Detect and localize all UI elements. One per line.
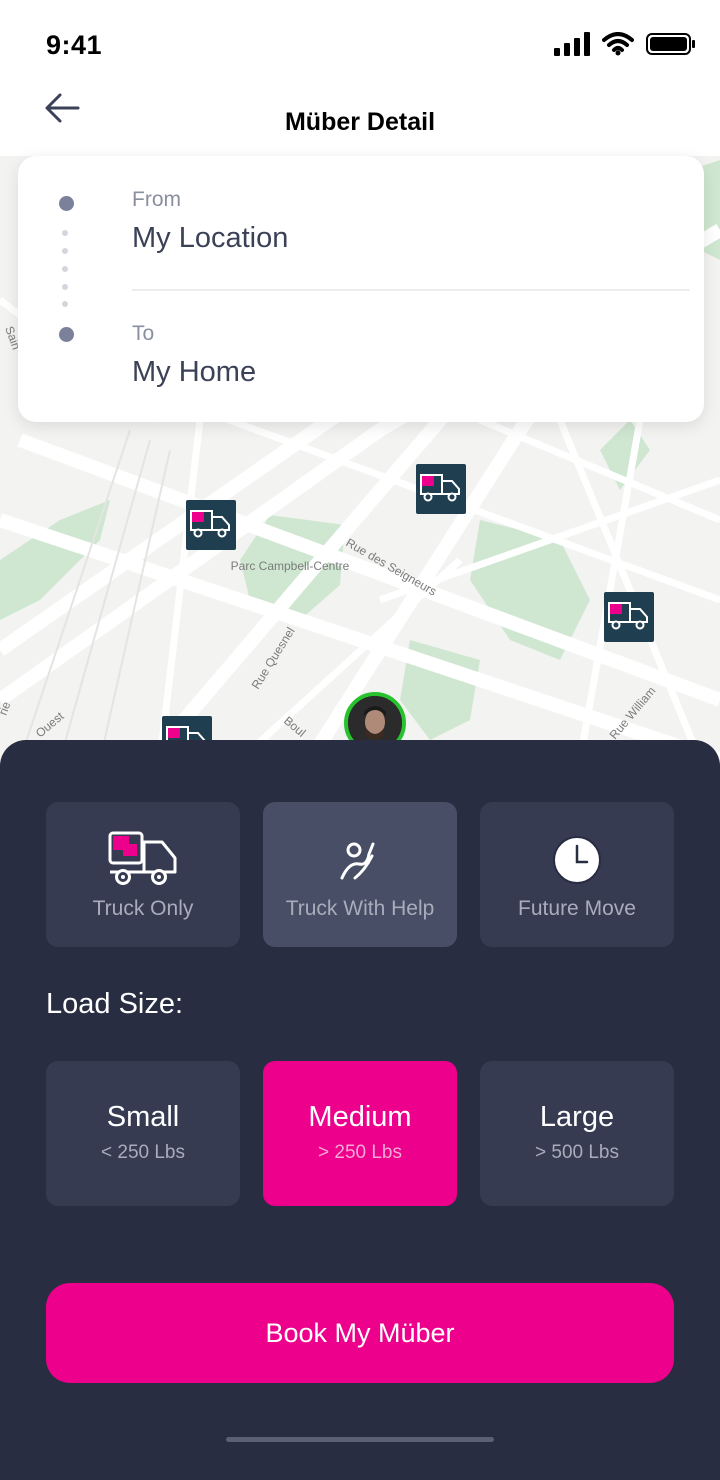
- status-bar: 9:41: [0, 0, 720, 80]
- page-title: Müber Detail: [284, 108, 436, 136]
- to-field[interactable]: My Home: [132, 356, 256, 389]
- truck-marker[interactable]: [186, 500, 236, 550]
- route-card: From My Location To My Home: [18, 156, 704, 422]
- signal-icon: [554, 32, 590, 56]
- bottom-sheet: Truck Only Truck With Help Future Move L…: [0, 740, 720, 1480]
- origin-dot: [59, 196, 74, 211]
- route-dot: [62, 301, 68, 307]
- size-large-button[interactable]: Large > 500 Lbs: [480, 1061, 674, 1206]
- clock-icon: [553, 836, 601, 884]
- status-icons: [554, 30, 696, 58]
- option-label: Truck With Help: [285, 897, 435, 920]
- truck-icon: [190, 510, 230, 538]
- book-button[interactable]: Book My Müber: [46, 1283, 674, 1383]
- route-dot: [62, 284, 68, 290]
- truck-icon: [108, 831, 177, 885]
- option-label: Future Move: [518, 897, 636, 920]
- option-future-move[interactable]: Future Move: [480, 802, 674, 947]
- size-weight: < 250 Lbs: [101, 1142, 185, 1163]
- truck-icon: [420, 474, 460, 502]
- battery-icon: [646, 33, 695, 55]
- size-name: Small: [106, 1101, 180, 1133]
- option-truck-only[interactable]: Truck Only: [46, 802, 240, 947]
- helper-icon: [340, 842, 375, 880]
- option-label: Truck Only: [92, 897, 194, 920]
- from-field[interactable]: My Location: [132, 222, 288, 255]
- truck-icon: [608, 602, 648, 630]
- header: Müber Detail: [0, 80, 720, 156]
- route-divider: [132, 289, 690, 291]
- status-time: 9:41: [46, 30, 103, 60]
- truck-marker[interactable]: [604, 592, 654, 642]
- route-dot: [62, 266, 68, 272]
- size-medium-button[interactable]: Medium > 250 Lbs: [263, 1061, 457, 1206]
- size-small-button[interactable]: Small < 250 Lbs: [46, 1061, 240, 1206]
- size-weight: > 500 Lbs: [535, 1142, 619, 1163]
- size-name: Large: [539, 1101, 615, 1133]
- home-indicator: [226, 1437, 494, 1442]
- route-dot: [62, 230, 68, 236]
- park-label: Parc Campbell-Centre: [231, 559, 350, 573]
- size-name: Medium: [308, 1101, 412, 1133]
- route-dot: [62, 248, 68, 254]
- to-label: To: [132, 322, 155, 345]
- destination-dot: [59, 327, 74, 342]
- load-size-title: Load Size:: [46, 988, 184, 1020]
- truck-marker[interactable]: [416, 464, 466, 514]
- option-truck-with-help[interactable]: Truck With Help: [263, 802, 457, 947]
- wifi-icon: [602, 32, 634, 56]
- from-label: From: [132, 188, 181, 211]
- size-weight: > 250 Lbs: [318, 1142, 402, 1163]
